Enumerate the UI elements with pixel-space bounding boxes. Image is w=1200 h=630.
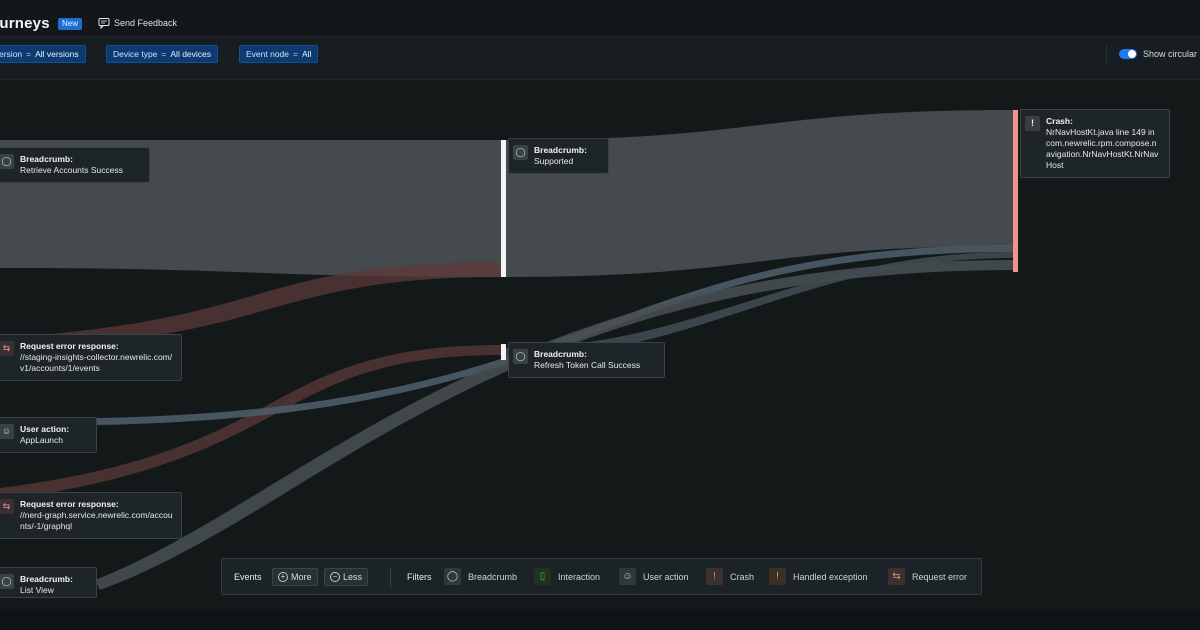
node-supported[interactable]: ◯ Breadcrumb: Supported bbox=[508, 138, 609, 174]
show-circular-label: Show circular bbox=[1143, 49, 1198, 59]
node-type: Breadcrumb: bbox=[534, 349, 587, 359]
feedback-icon bbox=[98, 18, 110, 29]
filter-value: All devices bbox=[170, 49, 212, 59]
node-retrieve-accounts-success[interactable]: ◯ Breadcrumb: Retrieve Accounts Success bbox=[0, 147, 150, 183]
node-type: Breadcrumb: bbox=[534, 145, 587, 155]
legend-item-label: Interaction bbox=[558, 571, 601, 582]
node-type: Breadcrumb: bbox=[20, 154, 73, 164]
node-label: //nerd-graph.service.newrelic.com/accoun… bbox=[20, 510, 173, 531]
filter-chip-event-node[interactable]: Event node = All bbox=[239, 45, 319, 63]
request-error-icon: ⇆ bbox=[888, 568, 905, 585]
filters-label: Filters bbox=[407, 572, 432, 582]
legend-item-label: Crash bbox=[730, 571, 755, 582]
legend-item-label: Breadcrumb bbox=[468, 571, 518, 582]
bottom-strip bbox=[0, 610, 1200, 630]
node-type: Breadcrumb: bbox=[20, 574, 73, 584]
handled-exception-icon: ! bbox=[769, 568, 786, 585]
new-badge: New bbox=[58, 18, 83, 30]
legend-panel: Events + More − Less Filters ◯ Breadcrum… bbox=[221, 558, 982, 595]
node-type: Request error response: bbox=[20, 499, 119, 509]
node-user-action-applaunch[interactable]: ☺ User action: AppLaunch bbox=[0, 417, 97, 453]
node-label: AppLaunch bbox=[20, 435, 64, 445]
node-refresh-token[interactable]: ◯ Breadcrumb: Refresh Token Call Success bbox=[508, 342, 665, 378]
events-label: Events bbox=[234, 572, 262, 582]
user-action-icon: ☺ bbox=[619, 568, 636, 585]
node-bar-refresh bbox=[501, 344, 506, 360]
filter-op: = bbox=[161, 49, 167, 59]
minus-icon: − bbox=[330, 572, 340, 582]
node-type: Crash: bbox=[1046, 116, 1073, 126]
filter-chip-version[interactable]: ersion = All versions bbox=[0, 45, 86, 63]
breadcrumb-icon: ◯ bbox=[513, 145, 528, 160]
filter-op: = bbox=[293, 49, 298, 59]
request-error-icon: ⇆ bbox=[0, 499, 14, 514]
node-type: User action: bbox=[20, 424, 70, 434]
legend-item-crash[interactable]: ! Crash bbox=[706, 568, 754, 585]
request-error-icon: ⇆ bbox=[0, 341, 14, 356]
node-label: //staging-insights-collector.newrelic.co… bbox=[20, 352, 173, 373]
node-label: List View bbox=[20, 585, 54, 595]
show-circular-control: Show circular bbox=[1106, 45, 1197, 63]
filter-key: ersion bbox=[0, 49, 23, 59]
interaction-icon: ▯ bbox=[534, 568, 551, 585]
legend-item-breadcrumb[interactable]: ◯ Breadcrumb bbox=[444, 568, 517, 585]
breadcrumb-icon: ◯ bbox=[0, 154, 14, 169]
legend-item-label: User action bbox=[643, 571, 689, 582]
node-list-view[interactable]: ◯ Breadcrumb: List View bbox=[0, 567, 97, 598]
filter-key: Device type bbox=[113, 49, 158, 59]
legend-item-handled-exception[interactable]: ! Handled exception bbox=[769, 568, 868, 585]
breadcrumb-icon: ◯ bbox=[0, 574, 14, 589]
legend-item-request-error[interactable]: ⇆ Request error bbox=[888, 568, 967, 585]
node-label: Supported bbox=[534, 156, 574, 166]
node-bar-crash bbox=[1013, 110, 1018, 272]
send-feedback-label: Send Feedback bbox=[114, 18, 178, 28]
filter-bar: ersion = All versions Device type = All devi… bbox=[0, 36, 1200, 80]
more-label: More bbox=[291, 572, 312, 582]
node-crash[interactable]: ! Crash: NrNavHostKt.java line 149 in co… bbox=[1020, 109, 1170, 178]
legend-item-label: Handled exception bbox=[793, 571, 868, 582]
journey-canvas: ◯ Breadcrumb: Retrieve Accounts Success … bbox=[0, 80, 1200, 610]
node-request-error-nerdgraph[interactable]: ⇆ Request error response: //nerd-graph.s… bbox=[0, 492, 182, 539]
legend-item-user-action[interactable]: ☺ User action bbox=[619, 568, 689, 585]
page-header: ourneys New Send Feedback bbox=[0, 0, 1200, 36]
node-label: NrNavHostKt.java line 149 in com.newreli… bbox=[1046, 127, 1159, 170]
legend-item-interaction[interactable]: ▯ Interaction bbox=[534, 568, 600, 585]
node-request-error-staging[interactable]: ⇆ Request error response: //staging-insi… bbox=[0, 334, 182, 381]
node-label: Refresh Token Call Success bbox=[534, 360, 641, 370]
show-circular-toggle[interactable] bbox=[1119, 49, 1137, 59]
node-type: Request error response: bbox=[20, 341, 119, 351]
node-bar-supported bbox=[501, 140, 506, 277]
send-feedback-button[interactable]: Send Feedback bbox=[98, 17, 177, 29]
legend-item-label: Request error bbox=[912, 571, 968, 582]
filter-key: Event node bbox=[246, 49, 290, 59]
filter-op: = bbox=[26, 49, 32, 59]
breadcrumb-icon: ◯ bbox=[513, 349, 528, 364]
more-events-button[interactable]: + More bbox=[272, 568, 318, 586]
breadcrumb-icon: ◯ bbox=[444, 568, 461, 585]
filter-value: All versions bbox=[35, 49, 79, 59]
plus-icon: + bbox=[278, 572, 288, 582]
less-label: Less bbox=[343, 572, 363, 582]
less-events-button[interactable]: − Less bbox=[324, 568, 369, 586]
crash-icon: ! bbox=[706, 568, 723, 585]
page-title: ourneys bbox=[0, 15, 50, 32]
legend-divider bbox=[390, 567, 391, 587]
crash-icon: ! bbox=[1025, 116, 1040, 131]
filter-chip-device-type[interactable]: Device type = All devices bbox=[106, 45, 219, 63]
filter-value: All bbox=[301, 49, 312, 59]
node-label: Retrieve Accounts Success bbox=[20, 165, 123, 175]
user-action-icon: ☺ bbox=[0, 424, 14, 439]
